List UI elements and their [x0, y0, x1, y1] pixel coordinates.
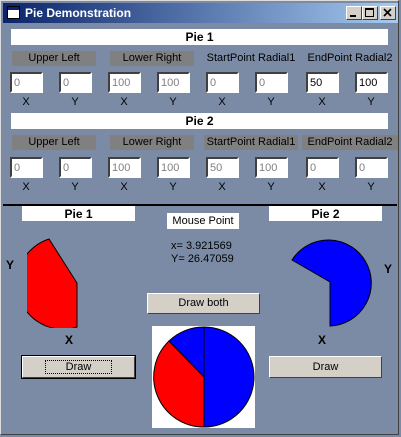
pie1-y-axis-label: Y: [6, 258, 15, 272]
pie1-lower-right-y-label: Y: [169, 96, 177, 108]
pie1-upper-left-x-input[interactable]: [10, 72, 43, 93]
maximize-button[interactable]: [362, 6, 378, 20]
pie1-endpoint-x-label: X: [318, 96, 326, 108]
app-icon: [7, 6, 20, 19]
draw-both-label: Draw both: [178, 297, 229, 309]
pie2-endpoint-x-input[interactable]: [306, 157, 339, 178]
pie1-upper-left-x-label: X: [22, 96, 30, 108]
pie1-preview-title: Pie 1: [22, 206, 135, 221]
pie2-startpoint-y-input[interactable]: [255, 157, 288, 178]
main-window: Pie Demonstration Pie 1 Upper Left Lower…: [0, 0, 399, 435]
mouse-x-value: x= 3.921569: [171, 240, 232, 252]
pie1-endpoint-y-label: Y: [367, 96, 375, 108]
pie2-x-axis-label: X: [318, 333, 327, 347]
pie2-upper-left-x-label: X: [22, 181, 30, 193]
maximize-icon: [365, 8, 374, 17]
window-title: Pie Demonstration: [25, 6, 132, 20]
pie2-slice: [291, 239, 372, 327]
pie2-upper-left-x-input[interactable]: [10, 157, 43, 178]
pie1-startpoint-x-input[interactable]: [206, 72, 239, 93]
draw-both-button[interactable]: Draw both: [147, 293, 260, 314]
pie2-startpoint-label: StartPoint Radial1: [204, 135, 298, 150]
pie2-lower-right-y-input[interactable]: [157, 157, 190, 178]
pie2-section-header: Pie 2: [11, 113, 388, 129]
pie2-endpoint-y-input[interactable]: [355, 157, 388, 178]
pie2-endpoint-label: EndPoint Radial2: [302, 135, 398, 150]
pie1-preview-canvas[interactable]: [27, 238, 79, 328]
pie1-startpoint-label: StartPoint Radial1: [206, 52, 296, 64]
pie1-lower-right-label: Lower Right: [110, 51, 194, 66]
pie1-endpoint-y-input[interactable]: [355, 72, 388, 93]
title-bar[interactable]: Pie Demonstration: [3, 3, 398, 23]
pie2-endpoint-y-label: Y: [367, 181, 375, 193]
pie1-startpoint-y-input[interactable]: [255, 72, 288, 93]
draw-pie2-button[interactable]: Draw: [269, 356, 382, 378]
pie1-slice: [27, 238, 78, 328]
pie2-lower-right-label: Lower Right: [110, 135, 194, 150]
close-button[interactable]: [380, 6, 396, 20]
pie1-lower-right-x-input[interactable]: [108, 72, 141, 93]
pie1-lower-right-x-label: X: [120, 96, 128, 108]
draw-pie2-label: Draw: [312, 361, 339, 373]
pie2-lower-right-y-label: Y: [169, 181, 177, 193]
pie1-startpoint-y-label: Y: [267, 96, 275, 108]
pie2-y-axis-label: Y: [384, 262, 393, 276]
pie2-startpoint-y-label: Y: [267, 181, 275, 193]
pie2-upper-left-label: Upper Left: [12, 135, 96, 150]
close-icon: [383, 8, 392, 17]
pie2-preview-canvas[interactable]: [290, 237, 376, 329]
pie1-startpoint-x-label: X: [218, 96, 226, 108]
pie1-x-axis-label: X: [65, 333, 74, 347]
pie1-endpoint-x-input[interactable]: [306, 72, 339, 93]
pie1-upper-left-y-label: Y: [71, 96, 79, 108]
combined-blue-slice: [203, 326, 255, 428]
pie2-upper-left-y-input[interactable]: [59, 157, 92, 178]
pie1-endpoint-label: EndPoint Radial2: [307, 52, 393, 64]
pie2-preview-title: Pie 2: [269, 206, 382, 221]
minimize-icon: [350, 15, 356, 17]
mouse-y-value: Y= 26.47059: [171, 253, 234, 265]
pie2-upper-left-y-label: Y: [71, 181, 79, 193]
pie1-lower-right-y-input[interactable]: [157, 72, 190, 93]
mouse-point-label: Mouse Point: [167, 213, 239, 229]
combined-preview-canvas[interactable]: [152, 326, 255, 428]
pie2-startpoint-x-label: X: [218, 181, 226, 193]
minimize-button[interactable]: [346, 6, 362, 20]
pie2-endpoint-x-label: X: [318, 181, 326, 193]
pie1-section-header: Pie 1: [11, 29, 388, 45]
draw-pie1-label: Draw: [44, 360, 113, 374]
pie1-upper-left-y-input[interactable]: [59, 72, 92, 93]
pie2-lower-right-x-label: X: [120, 181, 128, 193]
pie2-lower-right-x-input[interactable]: [108, 157, 141, 178]
draw-pie1-button[interactable]: Draw: [21, 355, 136, 379]
pie1-upper-left-label: Upper Left: [12, 51, 96, 66]
pie2-startpoint-x-input[interactable]: [206, 157, 239, 178]
